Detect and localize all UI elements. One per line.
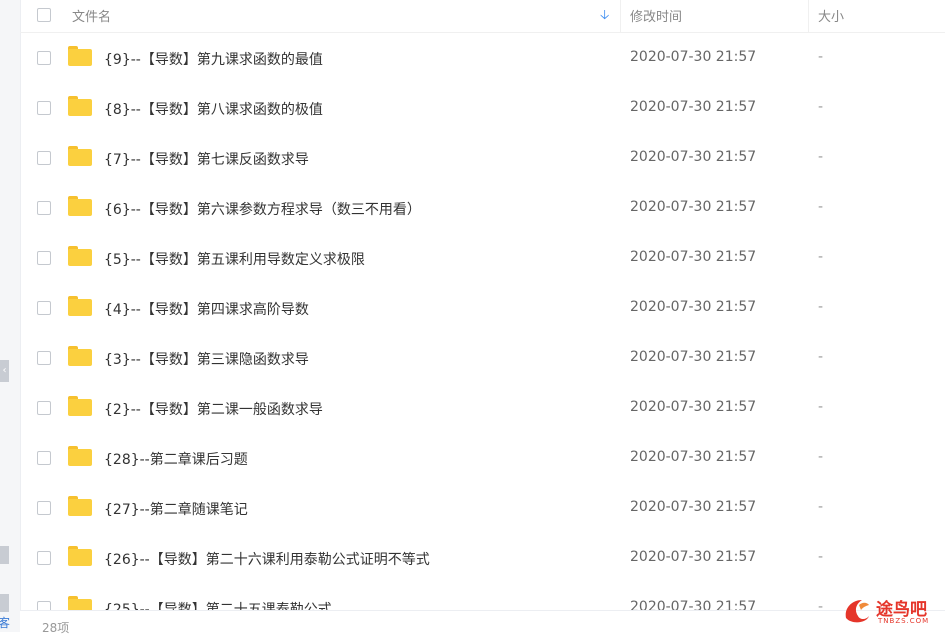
modified-time: 2020-07-30 21:57: [630, 399, 757, 415]
file-size: -: [818, 449, 824, 465]
file-size: -: [818, 149, 824, 165]
column-divider[interactable]: [808, 0, 809, 32]
file-size: -: [818, 399, 824, 415]
item-count: 28项: [42, 621, 70, 635]
file-row[interactable]: {7}--【导数】第七课反函数求导 2020-07-30 21:57 -: [20, 133, 945, 183]
file-name[interactable]: {6}--【导数】第六课参数方程求导（数三不用看）: [104, 199, 421, 219]
modified-time: 2020-07-30 21:57: [630, 349, 757, 365]
modified-time: 2020-07-30 21:57: [630, 49, 757, 65]
modified-time: 2020-07-30 21:57: [630, 449, 757, 465]
modified-time: 2020-07-30 21:57: [630, 299, 757, 315]
row-checkbox[interactable]: [37, 351, 51, 365]
modified-time: 2020-07-30 21:57: [630, 199, 757, 215]
file-list: 文件名 🡣 修改时间 大小 {9}--【导数】第九课求函数的最值 2020-07-…: [20, 0, 945, 633]
file-size: -: [818, 349, 824, 365]
folder-icon[interactable]: [68, 396, 92, 416]
left-sidebar-edge: ‹ 客: [0, 0, 21, 632]
row-checkbox[interactable]: [37, 551, 51, 565]
row-checkbox[interactable]: [37, 201, 51, 215]
row-checkbox[interactable]: [37, 101, 51, 115]
modified-time: 2020-07-30 21:57: [630, 549, 757, 565]
modified-time: 2020-07-30 21:57: [630, 249, 757, 265]
file-row[interactable]: {3}--【导数】第三课隐函数求导 2020-07-30 21:57 -: [20, 333, 945, 383]
folder-icon[interactable]: [68, 496, 92, 516]
file-name[interactable]: {28}--第二章课后习题: [104, 449, 248, 469]
list-header: 文件名 🡣 修改时间 大小: [20, 0, 945, 33]
sort-desc-icon[interactable]: 🡣: [600, 6, 609, 28]
sidebar-scroll-marker: [0, 546, 9, 564]
folder-icon[interactable]: [68, 546, 92, 566]
file-row[interactable]: {9}--【导数】第九课求函数的最值 2020-07-30 21:57 -: [20, 33, 945, 83]
row-checkbox[interactable]: [37, 251, 51, 265]
row-checkbox[interactable]: [37, 501, 51, 515]
file-row[interactable]: {2}--【导数】第二课一般函数求导 2020-07-30 21:57 -: [20, 383, 945, 433]
modified-time: 2020-07-30 21:57: [630, 499, 757, 515]
folder-icon[interactable]: [68, 146, 92, 166]
file-row[interactable]: {4}--【导数】第四课求高阶导数 2020-07-30 21:57 -: [20, 283, 945, 333]
file-size: -: [818, 549, 824, 565]
file-size: -: [818, 49, 824, 65]
file-name[interactable]: {5}--【导数】第五课利用导数定义求极限: [104, 249, 365, 269]
select-all-checkbox[interactable]: [37, 8, 51, 22]
file-size: -: [818, 299, 824, 315]
site-watermark: 途鸟吧 TNBZS.COM: [842, 594, 942, 628]
folder-icon[interactable]: [68, 196, 92, 216]
column-header-size[interactable]: 大小: [818, 6, 844, 25]
status-bar: 28项: [20, 610, 945, 635]
file-row[interactable]: {5}--【导数】第五课利用导数定义求极限 2020-07-30 21:57 -: [20, 233, 945, 283]
column-divider[interactable]: [620, 0, 621, 32]
folder-icon[interactable]: [68, 246, 92, 266]
file-size: -: [818, 249, 824, 265]
watermark-logo-icon: [845, 600, 869, 623]
file-name[interactable]: {4}--【导数】第四课求高阶导数: [104, 299, 309, 319]
collapse-sidebar-icon[interactable]: ‹: [0, 360, 9, 382]
column-header-modified-time[interactable]: 修改时间: [630, 6, 682, 25]
folder-icon[interactable]: [68, 296, 92, 316]
file-name[interactable]: {3}--【导数】第三课隐函数求导: [104, 349, 309, 369]
modified-time: 2020-07-30 21:57: [630, 99, 757, 115]
file-row[interactable]: {28}--第二章课后习题 2020-07-30 21:57 -: [20, 433, 945, 483]
file-name[interactable]: {7}--【导数】第七课反函数求导: [104, 149, 309, 169]
file-size: -: [818, 499, 824, 515]
file-row[interactable]: {6}--【导数】第六课参数方程求导（数三不用看） 2020-07-30 21:5…: [20, 183, 945, 233]
sidebar-bottom-text[interactable]: 客: [0, 614, 10, 631]
file-size: -: [818, 199, 824, 215]
file-name[interactable]: {2}--【导数】第二课一般函数求导: [104, 399, 323, 419]
row-checkbox[interactable]: [37, 401, 51, 415]
file-name[interactable]: {8}--【导数】第八课求函数的极值: [104, 99, 323, 119]
file-row[interactable]: {27}--第二章随课笔记 2020-07-30 21:57 -: [20, 483, 945, 533]
modified-time: 2020-07-30 21:57: [630, 149, 757, 165]
watermark-subtext: TNBZS.COM: [878, 617, 930, 625]
row-checkbox[interactable]: [37, 451, 51, 465]
file-name[interactable]: {9}--【导数】第九课求函数的最值: [104, 49, 323, 69]
file-name[interactable]: {26}--【导数】第二十六课利用泰勒公式证明不等式: [104, 549, 430, 569]
folder-icon[interactable]: [68, 96, 92, 116]
folder-icon[interactable]: [68, 446, 92, 466]
row-checkbox[interactable]: [37, 301, 51, 315]
sidebar-scroll-marker: [0, 594, 9, 612]
column-header-name[interactable]: 文件名: [72, 6, 111, 25]
file-row[interactable]: {8}--【导数】第八课求函数的极值 2020-07-30 21:57 -: [20, 83, 945, 133]
file-row[interactable]: {26}--【导数】第二十六课利用泰勒公式证明不等式 2020-07-30 21:…: [20, 533, 945, 583]
file-rows: {9}--【导数】第九课求函数的最值 2020-07-30 21:57- {8}--…: [20, 33, 945, 633]
file-size: -: [818, 99, 824, 115]
row-checkbox[interactable]: [37, 151, 51, 165]
folder-icon[interactable]: [68, 346, 92, 366]
row-checkbox[interactable]: [37, 51, 51, 65]
file-name[interactable]: {27}--第二章随课笔记: [104, 499, 248, 519]
folder-icon[interactable]: [68, 46, 92, 66]
